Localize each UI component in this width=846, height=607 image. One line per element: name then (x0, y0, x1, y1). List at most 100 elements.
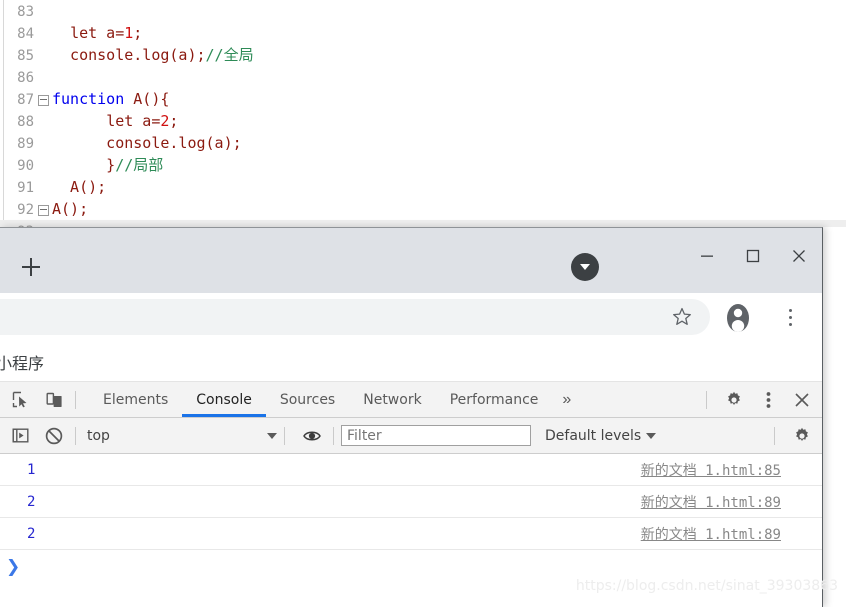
bookmarks-bar: 小程序 (0, 341, 822, 382)
prompt-chevron-icon: ❯ (6, 556, 21, 577)
code-line[interactable]: 84 let a=1; (0, 22, 846, 44)
bookmark-star-icon[interactable] (670, 305, 694, 329)
console-message-row[interactable]: 1 新的文档 1.html:85 (0, 454, 822, 486)
log-levels-selector[interactable]: Default levels (545, 427, 657, 444)
code-text: console.log(a); (52, 134, 241, 152)
devtools-panel: Elements Console Sources Network Performance… (0, 382, 822, 607)
code-token-num: 1 (124, 24, 134, 42)
devtools-tab-performance[interactable]: Performance (436, 382, 553, 417)
code-token-plain: A(); (52, 178, 107, 196)
toolbar-divider-2 (706, 390, 707, 409)
console-messages[interactable]: 1 新的文档 1.html:85 2 新的文档 1.html:89 2 新的文档 1.ht… (0, 454, 822, 550)
fold-box (37, 204, 49, 216)
code-token-id: let (106, 112, 134, 130)
code-token-plain: a= (133, 112, 161, 130)
code-line[interactable]: 89 console.log(a); (0, 132, 846, 154)
screen: 83 84 let a=1; 85 console.log(a);//全局 86 87 f… (0, 0, 846, 607)
bookmark-item[interactable]: 小程序 (0, 350, 44, 374)
devtools-tab-bar: Elements Console Sources Network Performance… (0, 382, 822, 418)
devtools-tab-console[interactable]: Console (182, 382, 266, 417)
code-line[interactable]: 83 (0, 0, 846, 22)
filter-divider-2 (284, 426, 285, 445)
code-line[interactable]: 85 console.log(a);//全局 (0, 44, 846, 66)
code-line[interactable]: 91 A(); (0, 176, 846, 198)
console-source-link[interactable]: 新的文档 1.html:85 (641, 460, 781, 480)
code-line[interactable]: 93 (0, 220, 846, 227)
console-sidebar-toggle-icon[interactable] (6, 422, 34, 450)
filter-input[interactable] (341, 425, 531, 446)
code-token-cmt: //局部 (115, 156, 164, 174)
chevron-down-icon-levels (646, 432, 657, 439)
code-line[interactable]: 90 }//局部 (0, 154, 846, 176)
tab-strip (0, 228, 822, 293)
code-line[interactable]: 88 let a=2; (0, 110, 846, 132)
inspect-element-icon[interactable] (6, 386, 34, 414)
code-line[interactable]: 86 (0, 66, 846, 88)
code-token-cmt: //全局 (205, 46, 254, 64)
console-message-row[interactable]: 2 新的文档 1.html:89 (0, 486, 822, 518)
code-fold-icon[interactable] (34, 89, 52, 111)
watermark: https://blog.csdn.net/sinat_39303863 (575, 578, 838, 594)
close-button[interactable] (776, 228, 822, 284)
code-text: console.log(a);//全局 (52, 46, 254, 64)
code-fold-icon[interactable] (34, 199, 52, 221)
console-message-value: 2 (27, 493, 36, 510)
console-source-link[interactable]: 新的文档 1.html:89 (641, 524, 781, 544)
live-expression-eye-icon[interactable] (298, 422, 326, 450)
line-number: 85 (17, 48, 34, 64)
minimize-button[interactable] (684, 228, 730, 284)
code-lines[interactable]: 83 84 let a=1; 85 console.log(a);//全局 86 87 f… (0, 0, 846, 227)
tab-search-icon[interactable] (571, 253, 599, 281)
device-toolbar-icon[interactable] (40, 386, 68, 414)
chrome-browser-window: 小程序 Elements Console Sources Network Per… (0, 227, 823, 607)
code-token-plain: ; (133, 24, 143, 42)
new-tab-button[interactable] (17, 253, 45, 281)
console-settings-gear-icon[interactable] (788, 422, 816, 450)
console-message-row[interactable]: 2 新的文档 1.html:89 (0, 518, 822, 550)
console-message-value: 1 (27, 461, 36, 478)
log-levels-label: Default levels (545, 427, 642, 444)
devtools-tabs[interactable]: Elements Console Sources Network Performance (89, 382, 552, 417)
settings-gear-icon[interactable] (720, 386, 748, 414)
devtools-overflow-icon[interactable] (754, 386, 782, 414)
line-number: 89 (17, 136, 34, 152)
profile-avatar[interactable] (722, 302, 754, 334)
devtools-tab-sources[interactable]: Sources (266, 382, 349, 417)
browser-toolbar (0, 293, 822, 341)
code-text: let a=2; (52, 112, 178, 130)
more-tabs-icon[interactable]: » (552, 391, 581, 409)
devtools-tab-elements[interactable]: Elements (89, 382, 182, 417)
code-text: A(); (52, 200, 88, 218)
clear-console-icon[interactable] (40, 422, 68, 450)
console-settings-area (767, 422, 822, 450)
code-token-plain: A(); (52, 200, 89, 218)
code-token-plain: a= (97, 24, 125, 42)
code-line[interactable]: 92 A(); (0, 198, 846, 220)
code-text: A(); (52, 178, 106, 196)
code-token-id: let (70, 24, 98, 42)
code-token-plain: } (52, 156, 116, 174)
toolbar-divider (75, 390, 76, 409)
close-devtools-icon[interactable] (788, 386, 816, 414)
browser-menu-icon[interactable] (778, 305, 802, 329)
line-number: 87 (17, 92, 34, 108)
line-number: 84 (17, 26, 34, 42)
devtools-right-controls (699, 386, 822, 414)
line-number: 88 (17, 114, 34, 130)
console-filter-bar: top Default levels (0, 418, 822, 454)
filter-divider-1 (75, 426, 76, 445)
code-line[interactable]: 87 function A(){ (0, 88, 846, 110)
devtools-tab-network[interactable]: Network (349, 382, 435, 417)
execution-context-selector[interactable]: top (87, 428, 277, 444)
console-source-link[interactable]: 新的文档 1.html:89 (641, 492, 781, 512)
line-number: 92 (17, 202, 34, 218)
filter-divider-3 (333, 426, 334, 445)
address-bar[interactable] (0, 299, 710, 335)
code-text: function A(){ (52, 90, 169, 108)
code-editor[interactable]: 83 84 let a=1; 85 console.log(a);//全局 86 87 f… (0, 0, 846, 227)
maximize-button[interactable] (730, 228, 776, 284)
line-number: 83 (17, 4, 34, 20)
code-token-plain: console.log(a); (52, 46, 206, 64)
